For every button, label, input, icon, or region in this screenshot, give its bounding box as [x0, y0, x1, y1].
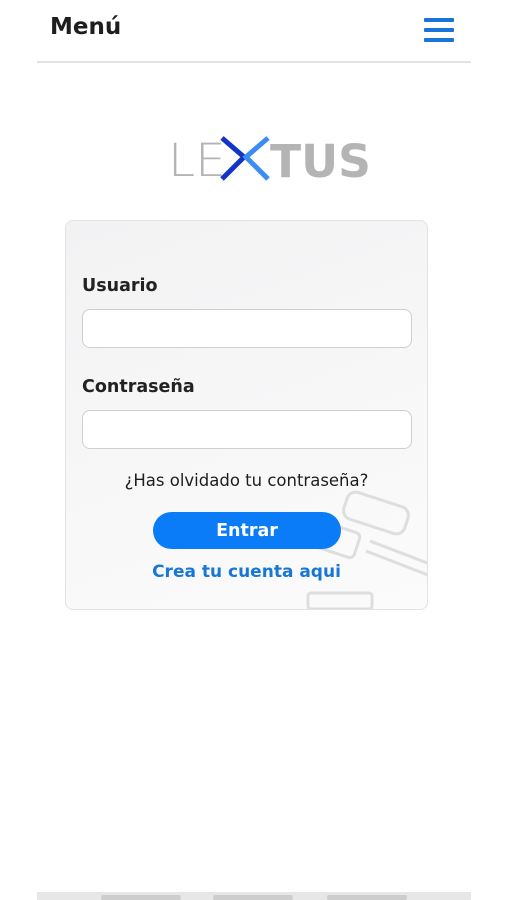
svg-text:TUS: TUS: [270, 135, 371, 185]
bottom-nav-strip: [37, 892, 471, 900]
menu-title: Menú: [50, 14, 122, 40]
top-bar: Menú: [0, 0, 507, 63]
login-button[interactable]: Entrar: [153, 512, 341, 549]
svg-text:LE: LE: [168, 135, 226, 185]
gavel-icon: [306, 490, 427, 609]
create-account-link[interactable]: Crea tu cuenta aqui: [66, 562, 427, 582]
header-divider: [37, 61, 471, 63]
password-input[interactable]: [82, 410, 412, 449]
forgot-password-link[interactable]: ¿Has olvidado tu contraseña?: [66, 471, 427, 490]
password-label: Contraseña: [82, 377, 195, 397]
lextus-logo: LE TUS: [168, 135, 371, 185]
hamburger-menu-icon[interactable]: [424, 18, 454, 42]
login-card: Usuario Contraseña ¿Has olvidado tu cont…: [65, 220, 428, 610]
username-label: Usuario: [82, 276, 158, 296]
username-input[interactable]: [82, 309, 412, 348]
